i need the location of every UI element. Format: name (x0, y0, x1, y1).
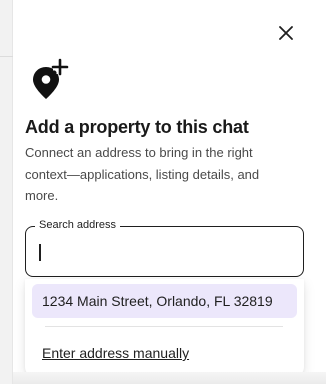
search-address-label: Search address (35, 219, 121, 231)
background-divider (0, 56, 13, 57)
close-button[interactable] (275, 22, 297, 44)
page: Add a property to this chat Connect an a… (0, 0, 326, 384)
close-icon (279, 26, 293, 40)
background-app-edge (0, 0, 13, 384)
search-address-input[interactable] (38, 241, 288, 263)
search-address-field[interactable]: Search address (25, 219, 304, 277)
dialog-bottom-edge (13, 372, 326, 384)
text-cursor (39, 244, 41, 261)
dialog-title: Add a property to this chat (25, 117, 249, 137)
dialog-description: Connect an address to bring in the right… (25, 145, 260, 203)
address-suggestion-item[interactable]: 1234 Main Street, Orlando, FL 32819 (32, 284, 297, 318)
address-suggestions-dropdown: 1234 Main Street, Orlando, FL 32819 Ente… (25, 279, 304, 377)
add-property-dialog: Add a property to this chat Connect an a… (13, 0, 326, 384)
enter-address-manually-link[interactable]: Enter address manually (42, 345, 189, 361)
add-location-pin-icon (33, 58, 69, 99)
dropdown-divider (45, 326, 283, 327)
